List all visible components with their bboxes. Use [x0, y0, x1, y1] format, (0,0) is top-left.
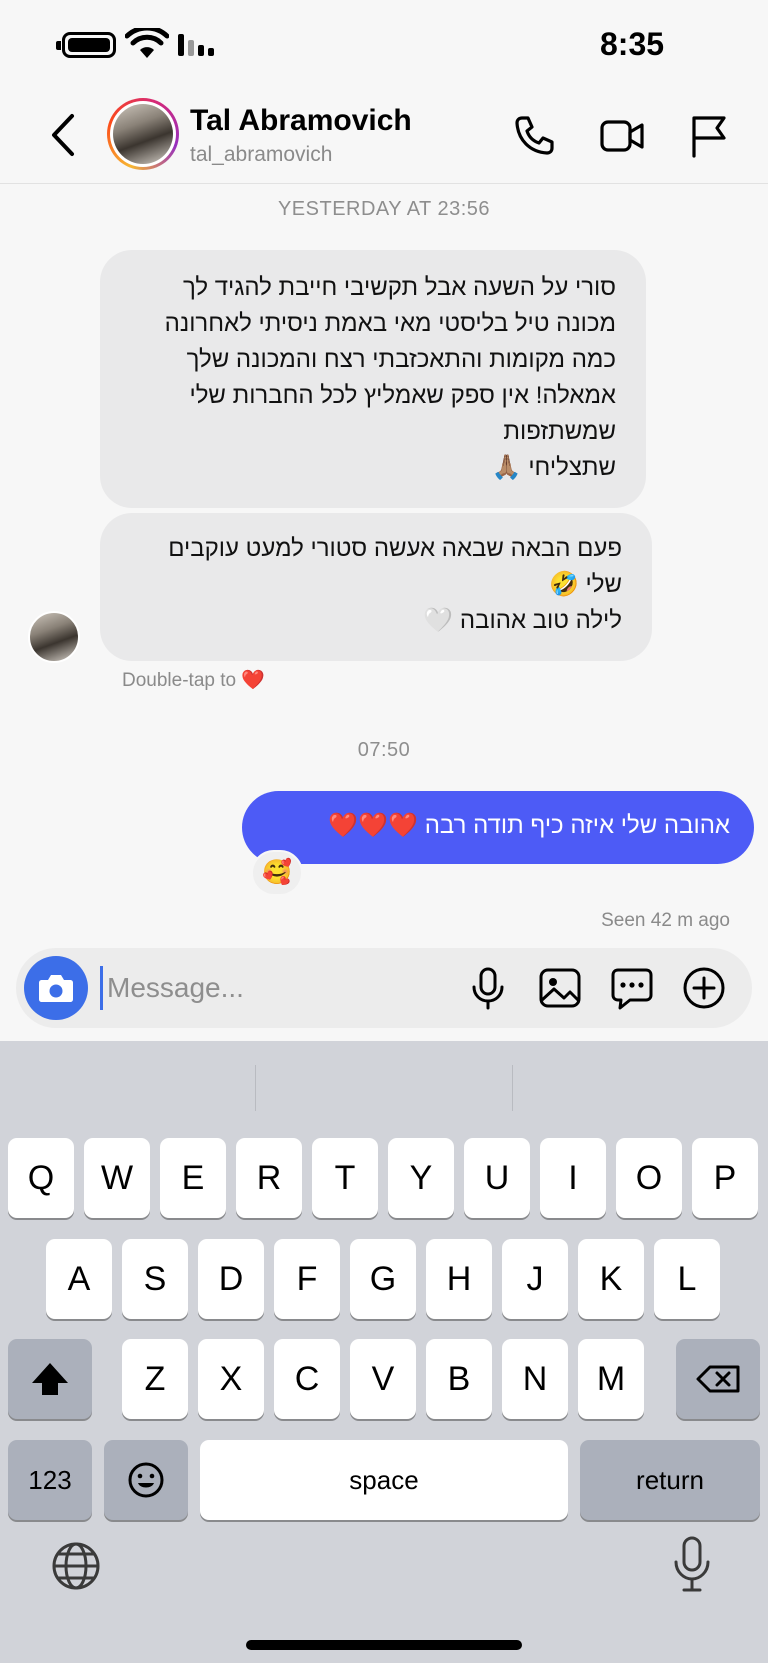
key-d[interactable]: D: [198, 1239, 264, 1319]
timestamp: YESTERDAY AT 23:56: [277, 198, 491, 220]
key-w[interactable]: W: [84, 1138, 150, 1218]
message-line: כמה מקומות והתאכזבתי רצח והמכונה שלך: [186, 346, 616, 373]
message-line: לילה טוב אהובה 🤍: [423, 607, 622, 634]
key-t[interactable]: T: [312, 1138, 378, 1218]
chat-header: Tal Abramovich tal_abramovich: [0, 90, 768, 184]
camera-icon: [39, 975, 73, 1002]
key-k[interactable]: K: [578, 1239, 644, 1319]
camera-button[interactable]: [24, 956, 88, 1020]
message-line: שתצליחי 🙏🏽: [491, 454, 616, 481]
key-b[interactable]: B: [426, 1339, 492, 1419]
sticker-chat-icon[interactable]: [608, 964, 656, 1012]
flag-icon[interactable]: [684, 112, 732, 160]
incoming-message[interactable]: פעם הבאה שבאה אעשה סטורי למעט עוקבים שלי…: [100, 513, 652, 661]
return-key[interactable]: return: [580, 1440, 760, 1520]
key-o[interactable]: O: [616, 1138, 682, 1218]
outgoing-message[interactable]: אהובה שלי איזה כיף תודה רבה ❤️❤️❤️: [242, 791, 754, 864]
seen-status: Seen 42 m ago: [601, 910, 730, 931]
message-line: סורי על השעה אבל תקשיבי חייבת להגיד לך: [183, 274, 616, 301]
message-line: פעם הבאה שבאה אעשה סטורי למעט עוקבים: [168, 535, 622, 562]
contact-name[interactable]: Tal Abramovich: [190, 104, 412, 138]
message-reaction[interactable]: 🥰: [251, 850, 303, 896]
back-chevron-icon[interactable]: [44, 110, 84, 160]
backspace-icon: [696, 1365, 740, 1393]
double-tap-hint: Double-tap to ❤️: [122, 668, 265, 692]
shift-key[interactable]: [8, 1339, 92, 1419]
key-x[interactable]: X: [198, 1339, 264, 1419]
key-c[interactable]: C: [274, 1339, 340, 1419]
sender-avatar[interactable]: [28, 611, 80, 663]
key-n[interactable]: N: [502, 1339, 568, 1419]
phone-icon[interactable]: [510, 112, 558, 160]
globe-icon[interactable]: [50, 1540, 102, 1592]
key-m[interactable]: M: [578, 1339, 644, 1419]
emoji-smiley-icon: [128, 1462, 164, 1498]
avatar-photo: [113, 104, 173, 164]
key-a[interactable]: A: [46, 1239, 112, 1319]
contact-avatar[interactable]: [107, 98, 179, 170]
key-z[interactable]: Z: [122, 1339, 188, 1419]
key-y[interactable]: Y: [388, 1138, 454, 1218]
dictation-microphone-icon[interactable]: [668, 1534, 716, 1594]
key-v[interactable]: V: [350, 1339, 416, 1419]
contact-handle[interactable]: tal_abramovich: [190, 143, 332, 167]
key-e[interactable]: E: [160, 1138, 226, 1218]
message-line: שמשתזפות: [503, 418, 616, 445]
suggestion-divider: [255, 1065, 256, 1111]
backspace-key[interactable]: [676, 1339, 760, 1419]
key-p[interactable]: P: [692, 1138, 758, 1218]
key-l[interactable]: L: [654, 1239, 720, 1319]
shift-arrow-icon: [32, 1363, 68, 1395]
key-g[interactable]: G: [350, 1239, 416, 1319]
double-tap-text: Double-tap to: [122, 670, 237, 691]
key-h[interactable]: H: [426, 1239, 492, 1319]
numbers-key[interactable]: 123: [8, 1440, 92, 1520]
status-time: 8:35: [600, 26, 665, 62]
key-f[interactable]: F: [274, 1239, 340, 1319]
wifi-icon: [125, 28, 169, 58]
battery-icon: [56, 32, 116, 58]
message-line: אמאלה! אין ספק שאמליץ לכל החברות שלי: [189, 382, 616, 409]
timestamp: 07:50: [357, 739, 411, 761]
space-key[interactable]: space: [200, 1440, 568, 1520]
key-i[interactable]: I: [540, 1138, 606, 1218]
suggestion-divider: [512, 1065, 513, 1111]
key-s[interactable]: S: [122, 1239, 188, 1319]
video-camera-icon[interactable]: [598, 112, 646, 160]
key-r[interactable]: R: [236, 1138, 302, 1218]
cellular-signal-icon: [178, 34, 214, 56]
key-u[interactable]: U: [464, 1138, 530, 1218]
status-bar: 8:35: [0, 0, 768, 90]
message-line: מכונה טיל בליסטי מאי באמת ניסיתי לאחרונה: [164, 310, 616, 337]
key-j[interactable]: J: [502, 1239, 568, 1319]
incoming-message[interactable]: סורי על השעה אבל תקשיבי חייבת להגיד לך מ…: [100, 250, 646, 508]
heart-emoji: ❤️: [241, 670, 266, 691]
microphone-icon[interactable]: [464, 964, 512, 1012]
message-input[interactable]: [100, 966, 450, 1010]
gallery-icon[interactable]: [536, 964, 584, 1012]
home-indicator[interactable]: [246, 1640, 522, 1650]
emoji-key[interactable]: [104, 1440, 188, 1520]
key-q[interactable]: Q: [8, 1138, 74, 1218]
message-line: שלי 🤣: [548, 571, 622, 598]
message-composer: [16, 948, 752, 1028]
plus-circle-icon[interactable]: [680, 964, 728, 1012]
